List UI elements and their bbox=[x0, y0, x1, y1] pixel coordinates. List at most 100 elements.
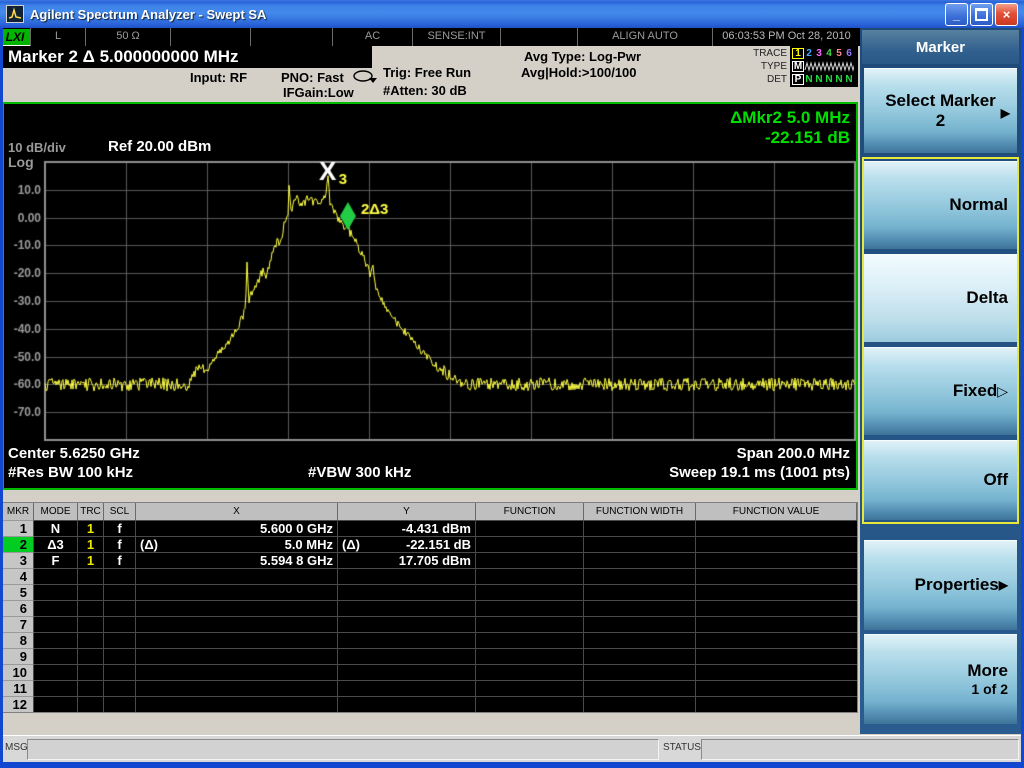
cell-trc: 1 bbox=[78, 520, 104, 536]
cell-function bbox=[476, 552, 584, 568]
marker-table-header: MKRMODETRCSCLXYFUNCTIONFUNCTION WIDTHFUN… bbox=[3, 503, 857, 520]
spectrum-display: 10 dB/div Log Ref 20.00 dBm ΔMkr2 5.0 MH… bbox=[2, 102, 858, 490]
cell-function-width bbox=[584, 600, 696, 616]
table-header-y: Y bbox=[338, 503, 476, 520]
annunciator-trigger: L bbox=[30, 28, 85, 46]
cell-mkr: 4 bbox=[3, 568, 34, 584]
marker-table-row-12[interactable]: 12 bbox=[3, 696, 857, 712]
cell-mode bbox=[34, 616, 78, 632]
cell-mode: N bbox=[34, 520, 78, 536]
marker-table-row-4[interactable]: 4 bbox=[3, 568, 857, 584]
sweep-loop-icon bbox=[352, 70, 378, 89]
center-freq-label: Center 5.6250 GHz bbox=[8, 445, 140, 462]
annunciator-coupling: AC bbox=[332, 28, 412, 46]
cell-function-width bbox=[584, 520, 696, 536]
properties-button[interactable]: Properties ▶ bbox=[864, 540, 1017, 630]
marker-table-row-8[interactable]: 8 bbox=[3, 632, 857, 648]
fixed-button[interactable]: Fixed ▷ bbox=[864, 347, 1017, 435]
cell-x bbox=[136, 648, 338, 664]
detector-indicator: N bbox=[814, 74, 824, 85]
delta-label: Delta bbox=[966, 288, 1008, 308]
select-marker-button[interactable]: Select Marker ▶ 2 bbox=[864, 68, 1017, 153]
marker-table-row-6[interactable]: 6 bbox=[3, 600, 857, 616]
log-scale-label: Log bbox=[8, 154, 34, 170]
close-button[interactable]: × bbox=[995, 3, 1018, 26]
cell-function-width bbox=[584, 616, 696, 632]
detector-indicator: N bbox=[804, 74, 814, 85]
detector-indicator: N bbox=[844, 74, 854, 85]
more-button[interactable]: More 1 of 2 bbox=[864, 634, 1017, 724]
window-title: Agilent Spectrum Analyzer - Swept SA bbox=[30, 7, 266, 22]
cell-function-width bbox=[584, 648, 696, 664]
marker-table-row-2[interactable]: 2Δ31f(Δ)5.0 MHz(Δ)-22.151 dB bbox=[3, 536, 857, 552]
cell-function-width bbox=[584, 664, 696, 680]
window-border-left bbox=[0, 28, 3, 768]
select-marker-label: Select Marker bbox=[885, 91, 996, 111]
vbw-label: #VBW 300 kHz bbox=[308, 464, 411, 481]
cell-function-width bbox=[584, 568, 696, 584]
cell-x bbox=[136, 632, 338, 648]
cell-y: (Δ)-22.151 dB bbox=[338, 536, 476, 552]
marker-table-row-3[interactable]: 3F1f5.594 8 GHz17.705 dBm bbox=[3, 552, 857, 568]
off-button[interactable]: Off bbox=[864, 440, 1017, 520]
cell-x bbox=[136, 600, 338, 616]
cell-mkr: 7 bbox=[3, 616, 34, 632]
normal-label: Normal bbox=[949, 195, 1008, 215]
cell-trc bbox=[78, 648, 104, 664]
cell-mkr: 2 bbox=[3, 536, 34, 552]
table-header-trc: TRC bbox=[78, 503, 104, 520]
cell-mkr: 11 bbox=[3, 680, 34, 696]
minimize-button[interactable]: _ bbox=[945, 3, 968, 26]
cell-function bbox=[476, 664, 584, 680]
status-field bbox=[701, 739, 1019, 760]
cell-mode: Δ3 bbox=[34, 536, 78, 552]
app-icon bbox=[6, 5, 24, 23]
cell-scl: f bbox=[104, 552, 136, 568]
trace-status-block: 123456 M PNNNNN bbox=[790, 46, 858, 87]
maximize-button[interactable] bbox=[970, 3, 993, 26]
trace-3-indicator: 3 bbox=[814, 48, 824, 59]
cell-function-value bbox=[696, 664, 857, 680]
cell-mode bbox=[34, 696, 78, 712]
cell-x bbox=[136, 616, 338, 632]
cell-function-value bbox=[696, 680, 857, 696]
cell-mkr: 9 bbox=[3, 648, 34, 664]
cell-mode bbox=[34, 632, 78, 648]
marker-table-row-7[interactable]: 7 bbox=[3, 616, 857, 632]
cell-mode: F bbox=[34, 552, 78, 568]
cell-function-width bbox=[584, 552, 696, 568]
annunciator-strip: LXI L 50 Ω AC SENSE:INT ALIGN AUTO 06:03… bbox=[0, 28, 860, 46]
cell-trc bbox=[78, 600, 104, 616]
trace-label: TRACE bbox=[753, 47, 787, 60]
avg-hold-annotation: Avg|Hold:>100/100 bbox=[521, 65, 637, 80]
cell-trc bbox=[78, 616, 104, 632]
delta-button[interactable]: Delta bbox=[864, 254, 1017, 342]
type-label: TYPE bbox=[753, 60, 787, 73]
marker-table-row-9[interactable]: 9 bbox=[3, 648, 857, 664]
cell-function-value bbox=[696, 552, 857, 568]
normal-button[interactable]: Normal bbox=[864, 161, 1017, 249]
cell-function-value bbox=[696, 632, 857, 648]
marker-table-row-11[interactable]: 11 bbox=[3, 680, 857, 696]
delta-marker-freq-readout: ΔMkr2 5.0 MHz bbox=[730, 108, 850, 128]
cell-y: 17.705 dBm bbox=[338, 552, 476, 568]
trace-type-active: M bbox=[792, 61, 804, 72]
marker-table-row-5[interactable]: 5 bbox=[3, 584, 857, 600]
cell-trc: 1 bbox=[78, 536, 104, 552]
sweep-time-label: Sweep 19.1 ms (1001 pts) bbox=[669, 464, 850, 481]
marker-table-row-1[interactable]: 1N1f5.600 0 GHz-4.431 dBm bbox=[3, 520, 857, 536]
cell-function-value bbox=[696, 568, 857, 584]
table-header-mode: MODE bbox=[34, 503, 78, 520]
marker-table-row-10[interactable]: 10 bbox=[3, 664, 857, 680]
cell-function bbox=[476, 616, 584, 632]
trace-type-waveform-icon bbox=[804, 61, 854, 72]
table-header-x: X bbox=[136, 503, 338, 520]
atten-annotation: #Atten: 30 dB bbox=[383, 83, 467, 98]
cell-x bbox=[136, 680, 338, 696]
submenu-arrow-icon: ▶ bbox=[1001, 106, 1010, 120]
status-bar: MSG STATUS bbox=[3, 735, 1021, 763]
window-border-bottom bbox=[0, 762, 1024, 768]
cell-function-width bbox=[584, 696, 696, 712]
cell-trc bbox=[78, 568, 104, 584]
cell-scl: f bbox=[104, 520, 136, 536]
